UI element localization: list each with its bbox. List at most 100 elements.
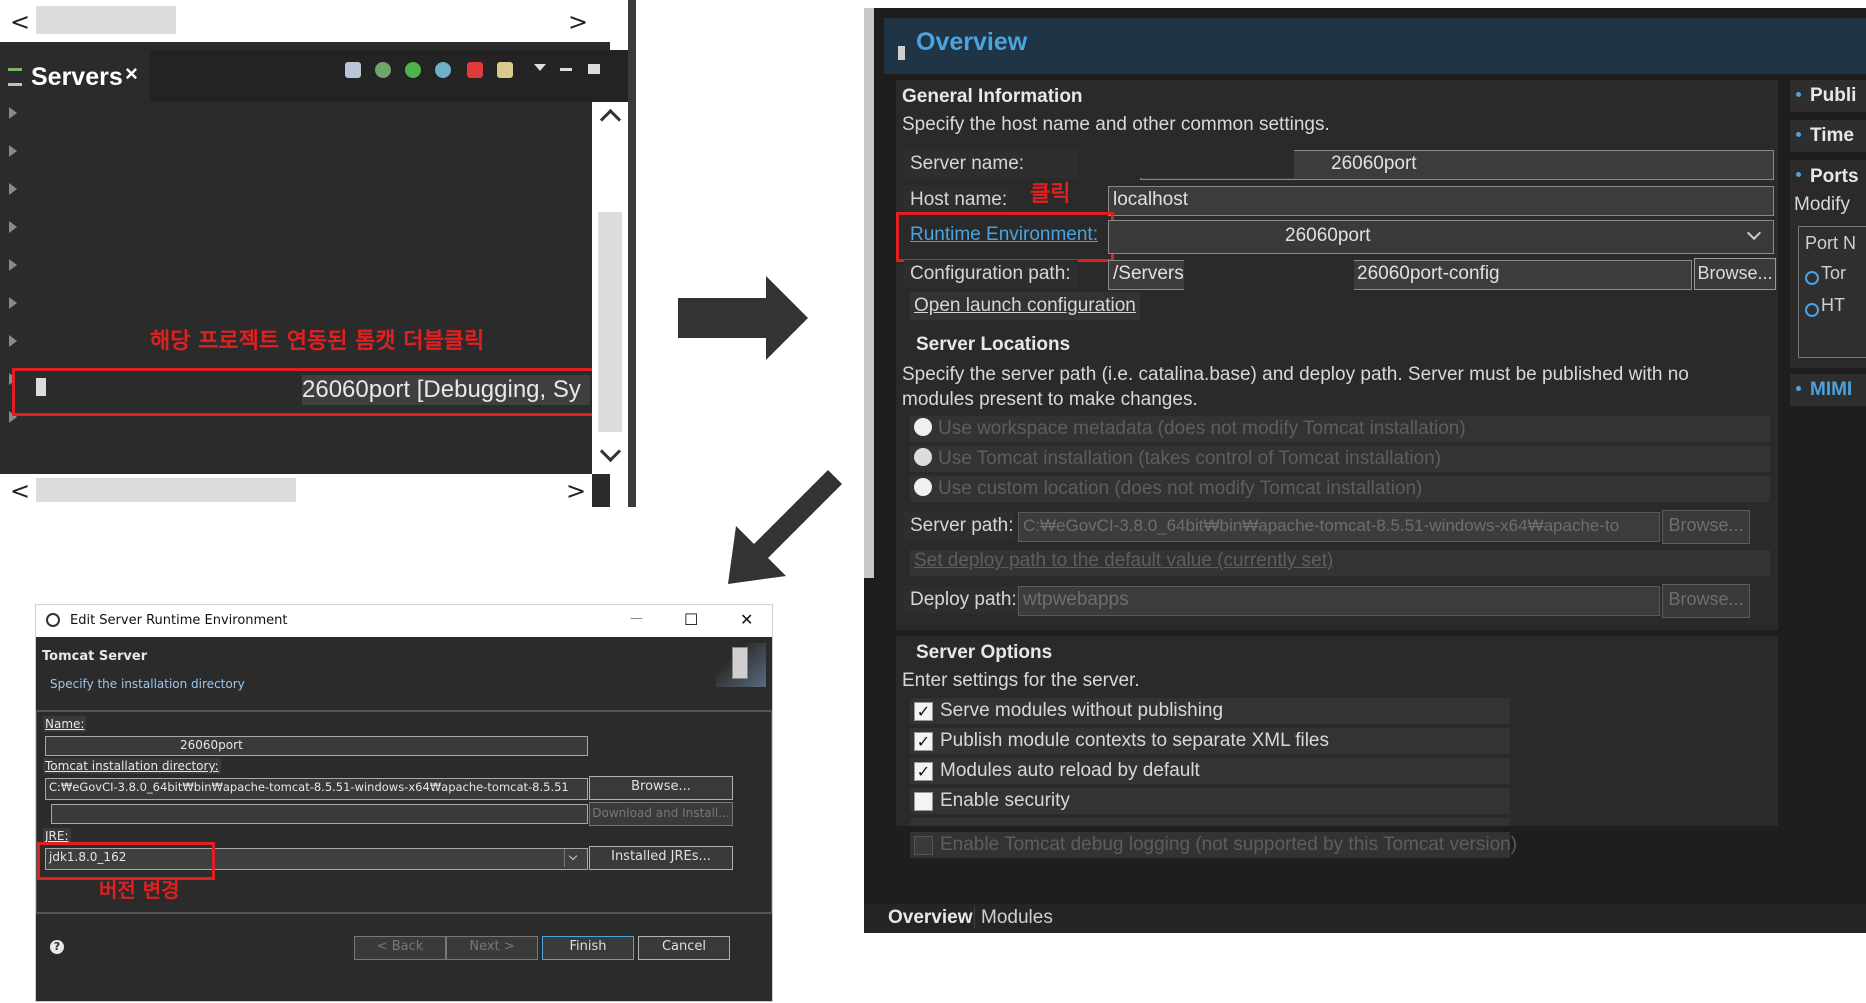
expand-arrow-icon (1796, 132, 1801, 137)
installed-jres-button[interactable]: Installed JREs... (589, 846, 733, 870)
option-label: Modules auto reload by default (940, 760, 1200, 781)
browse-button[interactable]: Browse... (589, 776, 733, 800)
expand-arrow-icon[interactable] (9, 107, 17, 119)
install-dir-field[interactable]: C:₩eGovCI-3.8.0_64bit₩bin₩apache-tomcat-… (45, 778, 588, 800)
name-value: 26060port (180, 738, 243, 752)
help-icon[interactable]: ? (50, 940, 64, 954)
open-launch-configuration-link[interactable]: Open launch configuration (910, 292, 1140, 320)
close-icon[interactable]: × (125, 61, 138, 87)
deploy-path-browse-button: Browse... (1662, 584, 1750, 618)
host-name-value: localhost (1113, 189, 1188, 210)
download-install-button: Download and Install... (589, 802, 733, 826)
debug-icon[interactable] (375, 62, 391, 78)
chevron-down-icon[interactable] (564, 849, 583, 867)
server-path-browse-button: Browse... (1662, 510, 1750, 544)
collapse-icon[interactable] (345, 62, 361, 78)
option-checkbox[interactable] (914, 792, 933, 811)
scroll-right-arrow[interactable]: > (568, 10, 588, 34)
dialog-title: Edit Server Runtime Environment (70, 613, 288, 628)
view-menu-icon[interactable] (534, 64, 546, 71)
install-dir-label: Tomcat installation directory: (43, 758, 221, 774)
cancel-button[interactable]: Cancel (638, 936, 730, 960)
scroll-up-arrow[interactable] (599, 108, 622, 131)
tab-servers[interactable]: Servers × (0, 50, 150, 102)
close-button[interactable]: ✕ (740, 610, 753, 629)
runtime-environment-value: 26060port (1285, 225, 1371, 246)
editor-left-scroll (864, 8, 874, 578)
ports-desc: Modify (1794, 194, 1850, 215)
dialog-body: Name: 26060port Tomcat installation dire… (36, 711, 772, 913)
publishing-heading: Publi (1810, 85, 1857, 106)
option-tomcat-label: Use Tomcat installation (takes control o… (938, 448, 1442, 469)
name-field[interactable]: 26060port (45, 736, 588, 756)
server-overview-editor: Overview General Information Specify the… (864, 8, 1866, 933)
maximize-icon[interactable] (588, 64, 600, 74)
radio-workspace[interactable] (914, 418, 932, 436)
scrollbar-thumb[interactable] (36, 6, 176, 34)
tab-overview[interactable]: Overview (888, 907, 973, 929)
right-arrow-graphic (678, 276, 808, 360)
minimize-button[interactable]: — (630, 611, 643, 626)
radio-custom[interactable] (914, 478, 932, 496)
timeouts-section[interactable]: Time (1790, 120, 1866, 152)
port-row[interactable]: HT (1821, 295, 1845, 316)
locations-heading: Server Locations (916, 334, 1071, 355)
scroll-left-arrow[interactable]: < (10, 479, 30, 503)
host-name-field[interactable]: localhost (1108, 186, 1774, 216)
option-row (910, 818, 1510, 826)
back-button: < Back (354, 936, 446, 960)
port-row[interactable]: Tor (1821, 263, 1846, 284)
mime-heading: MIMI (1810, 379, 1853, 400)
profile-icon[interactable] (435, 62, 451, 78)
dialog-footer: ? < Back Next > Finish Cancel (36, 913, 772, 1001)
scroll-right-arrow[interactable]: > (566, 479, 586, 503)
option-checkbox (914, 836, 933, 855)
start-icon[interactable] (405, 62, 421, 78)
expand-arrow-icon[interactable] (9, 335, 17, 347)
tab-modules[interactable]: Modules (974, 907, 1053, 929)
down-left-arrow-graphic (728, 470, 842, 584)
minimize-icon[interactable] (560, 68, 572, 71)
panel-edge (628, 0, 636, 507)
expand-arrow-icon[interactable] (9, 183, 17, 195)
radio-tomcat[interactable] (914, 448, 932, 466)
config-path-prefix: /Servers/ (1113, 263, 1190, 284)
finish-button[interactable]: Finish (542, 936, 634, 960)
browse-button[interactable]: Browse... (1694, 258, 1776, 290)
server-path-label: Server path: (904, 512, 1014, 540)
overview-icon (898, 46, 905, 60)
download-row (51, 804, 588, 824)
http-row-icon (1805, 303, 1819, 317)
configuration-path-label: Configuration path: (904, 260, 1078, 288)
expand-arrow-icon[interactable] (9, 297, 17, 309)
scrollbar-thumb[interactable] (598, 212, 622, 432)
top-horizontal-scrollbar[interactable]: < > (0, 0, 610, 42)
next-button: Next > (446, 936, 538, 960)
option-custom-label: Use custom location (does not modify Tom… (938, 478, 1423, 499)
scroll-down-arrow[interactable] (599, 440, 622, 463)
bottom-horizontal-scrollbar[interactable]: < > (0, 474, 592, 507)
expand-arrow-icon[interactable] (9, 221, 17, 233)
expand-arrow-icon[interactable] (9, 145, 17, 157)
option-label: Enable Tomcat debug logging (not support… (940, 834, 1518, 855)
scroll-left-arrow[interactable]: < (10, 10, 30, 34)
scrollbar-thumb[interactable] (36, 478, 296, 502)
option-checkbox[interactable]: ✓ (914, 732, 933, 751)
locations-desc: Specify the server path (i.e. catalina.b… (902, 364, 1689, 410)
chevron-down-icon[interactable] (1746, 225, 1762, 241)
publishing-section[interactable]: Publi (1790, 80, 1866, 112)
server-image-icon (732, 647, 748, 679)
vertical-scrollbar[interactable] (592, 102, 628, 474)
header-desc: Specify the installation directory (50, 677, 245, 691)
runtime-environment-select[interactable]: 26060port (1108, 220, 1774, 254)
expand-arrow-icon[interactable] (9, 259, 17, 271)
option-checkbox[interactable]: ✓ (914, 702, 933, 721)
maximize-button[interactable]: ☐ (684, 610, 698, 629)
config-path-suffix: 26060port-config (1357, 263, 1500, 284)
option-checkbox[interactable]: ✓ (914, 762, 933, 781)
publish-icon[interactable] (497, 62, 513, 78)
option-label: Enable security (940, 790, 1070, 811)
overview-title: Overview (916, 28, 1028, 56)
mime-section[interactable]: MIMI (1790, 374, 1866, 406)
stop-icon[interactable] (467, 62, 483, 78)
